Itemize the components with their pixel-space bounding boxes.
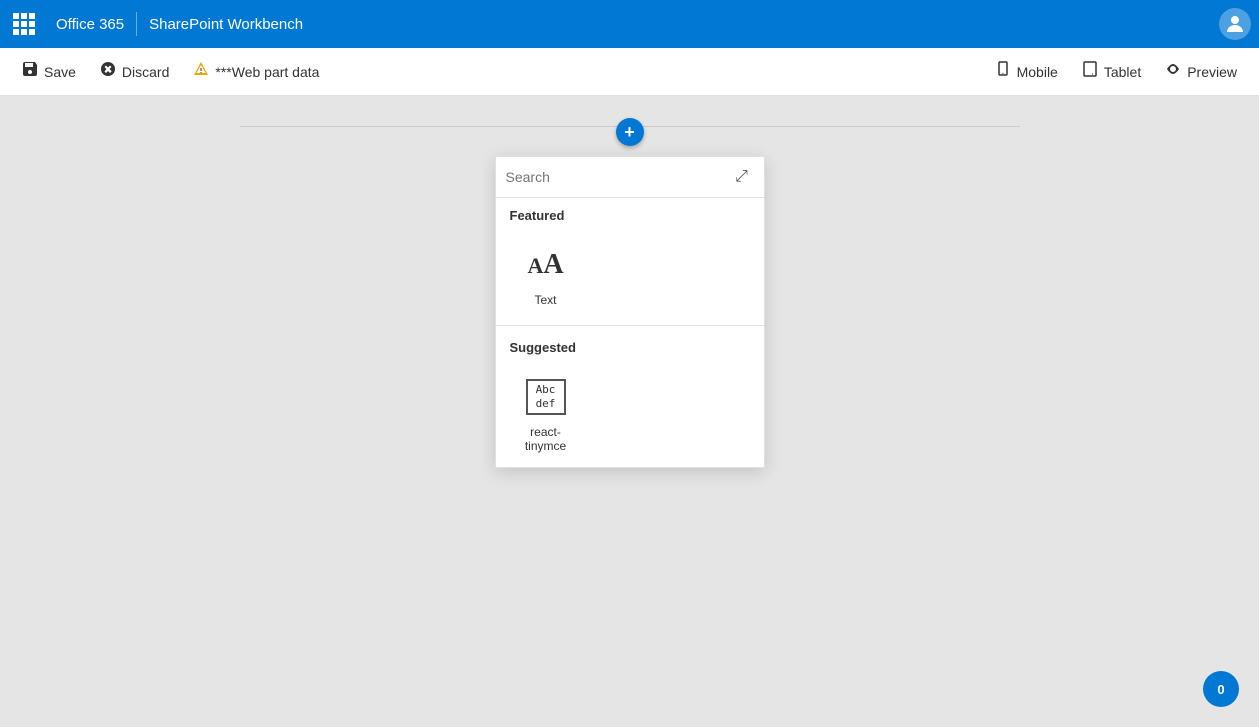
react-tinymce-webpart-item[interactable]: Abc def react-tinymce [506, 367, 586, 461]
discard-icon [100, 61, 116, 82]
mobile-icon [995, 61, 1011, 82]
app-name: Office 365 [48, 16, 132, 33]
picker-search-row: ⤢ [496, 157, 764, 198]
featured-section-label: Featured [496, 198, 764, 229]
mobile-button[interactable]: Mobile [985, 55, 1068, 88]
user-avatar-button[interactable] [1211, 0, 1259, 48]
react-tinymce-label: react-tinymce [510, 425, 582, 453]
save-button[interactable]: Save [12, 55, 86, 88]
text-webpart-icon: AA [524, 243, 568, 287]
preview-button[interactable]: Preview [1155, 55, 1247, 88]
save-label: Save [44, 64, 76, 80]
bottom-badge[interactable]: 0 [1203, 671, 1239, 707]
topbar: Office 365 SharePoint Workbench [0, 0, 1259, 48]
main-canvas-area: + ⤢ Featured AA Text Suggested [0, 96, 1259, 727]
tablet-label: Tablet [1104, 64, 1141, 80]
suggested-items: Abc def react-tinymce [496, 361, 764, 467]
waffle-icon [13, 13, 35, 35]
suggested-section-label: Suggested [496, 330, 764, 361]
preview-icon [1165, 61, 1181, 82]
warning-icon [193, 61, 209, 82]
picker-search-input[interactable] [506, 169, 730, 185]
featured-items: AA Text [496, 229, 764, 321]
preview-label: Preview [1187, 64, 1237, 80]
text-webpart-item[interactable]: AA Text [506, 235, 586, 315]
save-icon [22, 61, 38, 82]
tablet-icon [1082, 61, 1098, 82]
toolbar: Save Discard ***Web part data Mobile Tab… [0, 48, 1259, 96]
webpart-data-label: ***Web part data [215, 64, 319, 80]
webpart-data-button[interactable]: ***Web part data [183, 55, 329, 88]
add-webpart-button[interactable]: + [616, 118, 644, 146]
discard-button[interactable]: Discard [90, 55, 179, 88]
topbar-divider [136, 12, 137, 36]
discard-label: Discard [122, 64, 169, 80]
webpart-picker: ⤢ Featured AA Text Suggested [495, 156, 765, 468]
toolbar-right: Mobile Tablet Preview [985, 55, 1247, 88]
waffle-button[interactable] [0, 0, 48, 48]
picker-section-divider [496, 325, 764, 326]
tablet-button[interactable]: Tablet [1072, 55, 1151, 88]
react-tinymce-icon: Abc def [524, 375, 568, 419]
page-title: SharePoint Workbench [141, 16, 311, 33]
mobile-label: Mobile [1017, 64, 1058, 80]
avatar [1219, 8, 1251, 40]
expand-picker-button[interactable]: ⤢ [730, 165, 754, 189]
text-webpart-label: Text [534, 293, 556, 307]
